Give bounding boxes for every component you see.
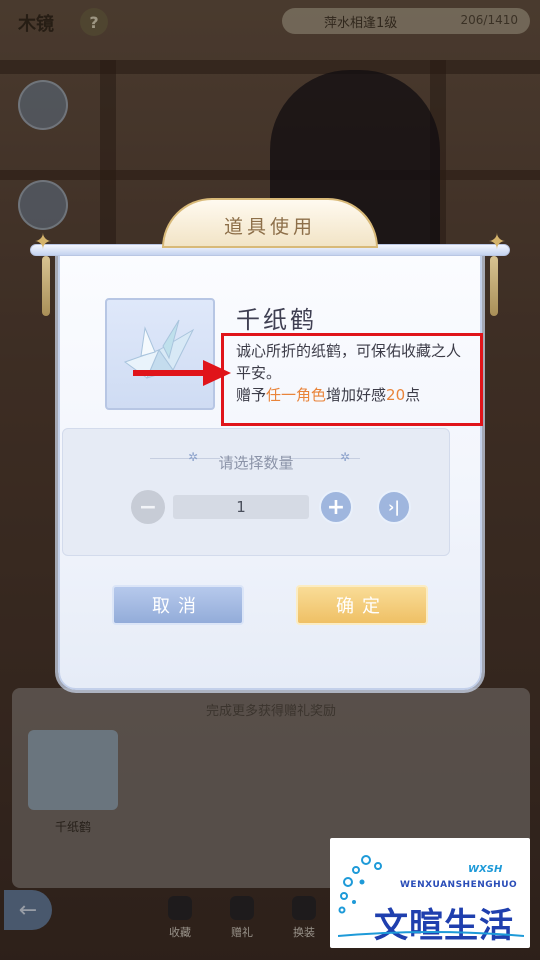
cancel-button[interactable]: 取消	[112, 585, 244, 625]
tassel	[490, 256, 498, 316]
watermark-pinyin: WENXUANSHENGHUO	[400, 880, 518, 890]
paper-crane-icon	[123, 319, 195, 379]
watermark-logo: WXSH WENXUANSHENGHUO 文暄生活	[330, 838, 530, 948]
max-quantity-button[interactable]: ›|	[377, 490, 411, 524]
dialog-title: 道具使用	[223, 216, 316, 238]
annotation-arrow-icon	[133, 360, 231, 386]
confirm-button[interactable]: 确定	[296, 585, 428, 625]
annotation-highlight-box	[221, 333, 483, 426]
watermark-text: 文暄生活	[374, 906, 514, 946]
item-name: 千纸鹤	[236, 306, 317, 334]
swoosh-decoration	[338, 931, 524, 937]
decrease-button[interactable]: −	[131, 490, 165, 524]
rod-ornament-icon: ✦	[487, 230, 507, 255]
item-icon-frame	[105, 298, 215, 410]
quantity-input[interactable]: 1	[173, 495, 309, 519]
quantity-title: 请选择数量	[218, 454, 294, 472]
watermark-abbr: WXSH	[468, 864, 503, 875]
tassel	[42, 256, 50, 316]
rod-ornament-icon: ✦	[33, 230, 53, 255]
increase-button[interactable]: +	[319, 490, 353, 524]
